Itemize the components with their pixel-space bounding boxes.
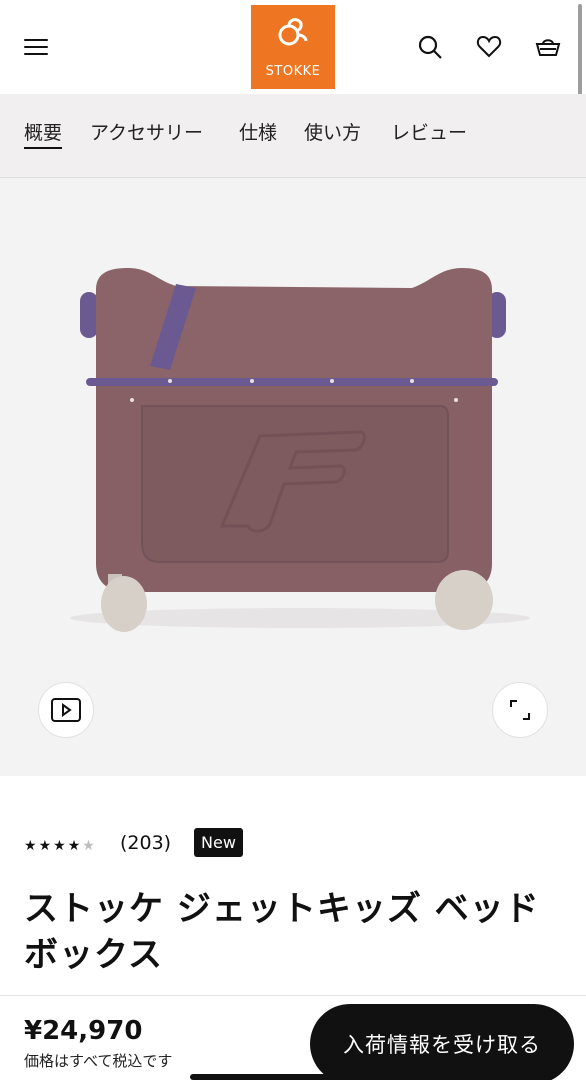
stokke-logo[interactable]: STOKKE (251, 5, 335, 89)
rating-stars[interactable]: ★ ★ ★ ★ ★ (24, 838, 95, 854)
site-header: STOKKE (0, 0, 586, 94)
search-icon[interactable] (413, 30, 447, 64)
cart-icon[interactable] (531, 30, 565, 64)
product-gallery[interactable] (0, 178, 586, 776)
review-count[interactable]: (203) (120, 832, 171, 854)
fullscreen-button[interactable] (492, 682, 548, 738)
star-filled-icon: ★ (38, 838, 52, 854)
tab-accessories[interactable]: アクセサリー (90, 118, 203, 145)
tax-note: 価格はすべて税込です (24, 1052, 173, 1070)
heart-icon[interactable] (472, 30, 506, 64)
star-filled-icon: ★ (24, 838, 37, 854)
play-video-icon (51, 698, 81, 722)
section-tabs: 概要 アクセサリー 仕様 使い方 レビュー (0, 94, 586, 178)
play-video-button[interactable] (38, 682, 94, 738)
expand-icon (510, 700, 530, 720)
product-page: STOKKE 概要 アクセサリー 仕様 使い方 レビュー ★ ★ ★ ★ ★ (… (0, 0, 586, 1080)
star-empty-icon: ★ (82, 838, 95, 854)
star-filled-icon: ★ (53, 838, 66, 854)
tab-how-to-use[interactable]: 使い方 (304, 118, 361, 145)
product-image (70, 268, 530, 632)
tab-specs[interactable]: 仕様 (239, 118, 277, 145)
new-badge: New (194, 828, 243, 857)
product-title: ストッケ ジェットキッズ ベッドボックス (24, 889, 540, 975)
home-indicator (190, 1074, 396, 1080)
star-filled-icon: ★ (67, 838, 81, 854)
hamburger-menu-icon[interactable] (18, 30, 54, 64)
price: ¥24,970 (24, 1016, 143, 1046)
tab-reviews[interactable]: レビュー (391, 118, 467, 145)
purchase-bar: ¥24,970 価格はすべて税込です 入荷情報を受け取る (0, 995, 586, 1080)
brand-name: STOKKE (265, 64, 321, 79)
tab-overview[interactable]: 概要 (24, 118, 63, 149)
notify-restock-button[interactable]: 入荷情報を受け取る (310, 1004, 574, 1080)
stokke-logo-mark-icon (278, 18, 308, 46)
